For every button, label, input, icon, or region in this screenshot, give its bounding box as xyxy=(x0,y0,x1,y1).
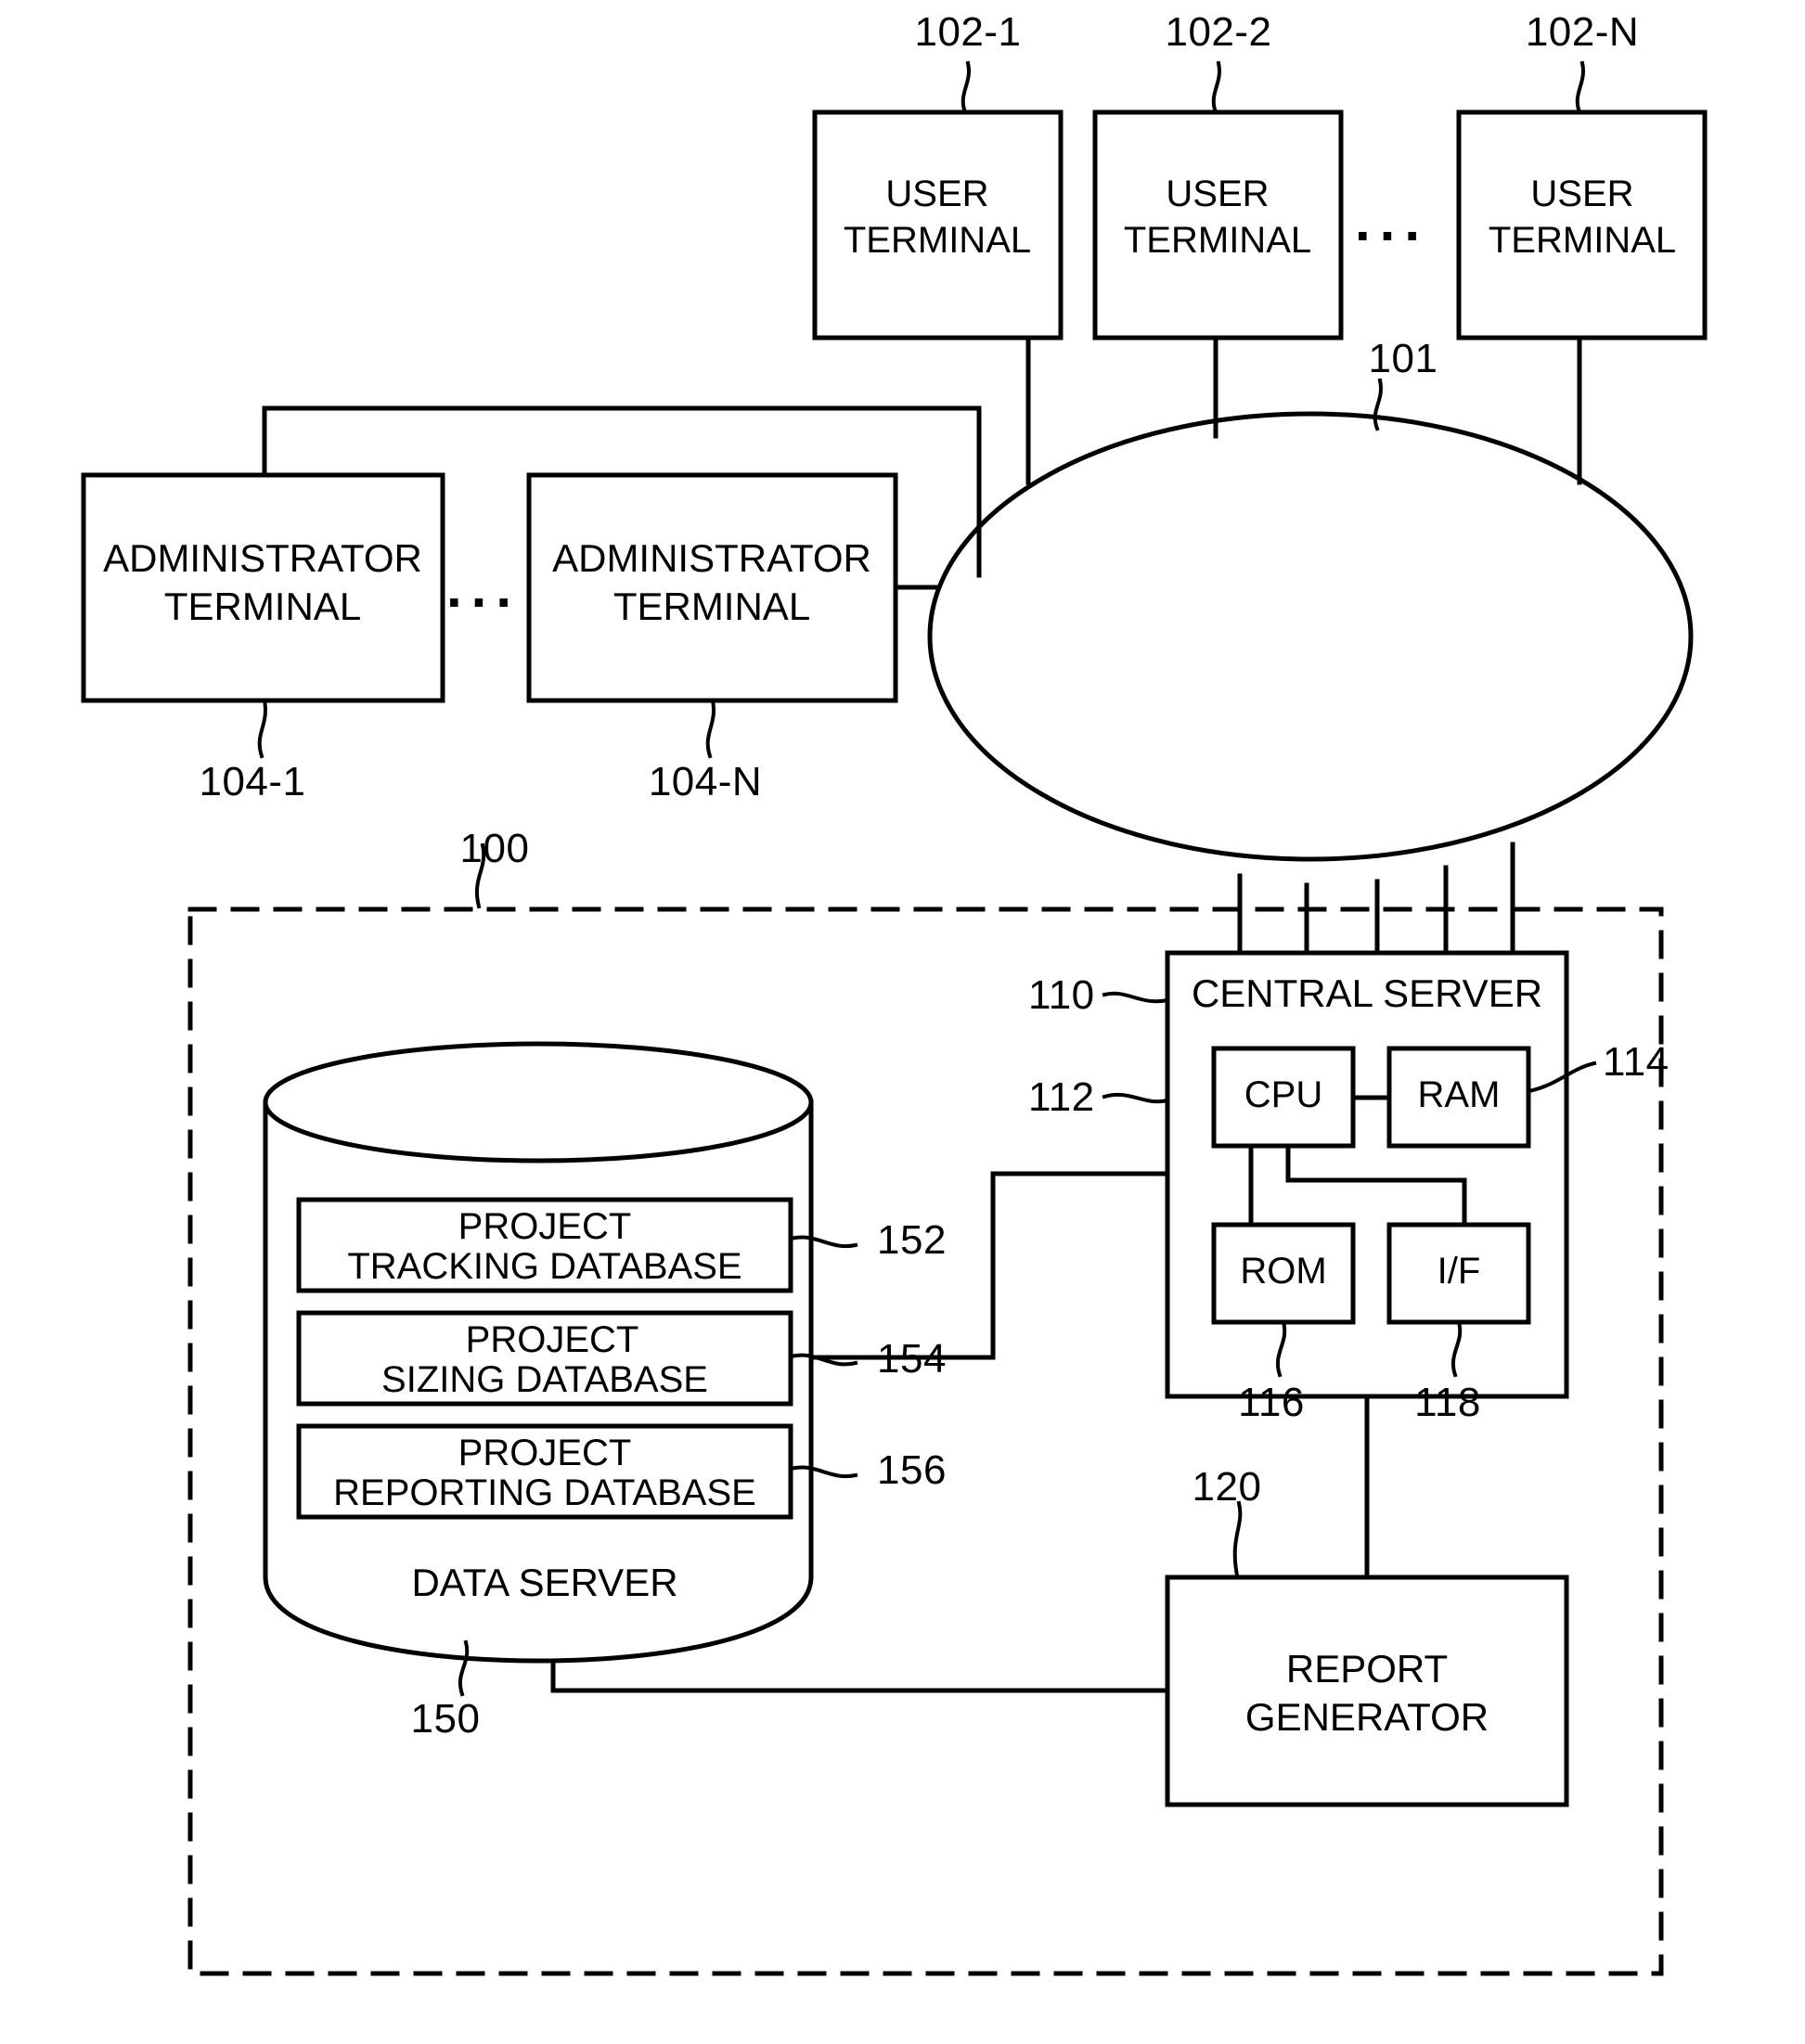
leader-150 xyxy=(458,1639,470,1697)
ref-100: 100 xyxy=(459,826,530,871)
leader-112 xyxy=(1102,1092,1170,1104)
leader-118 xyxy=(1450,1319,1463,1378)
leader-104-n xyxy=(705,698,716,759)
ref-156: 156 xyxy=(877,1447,947,1493)
ref-120: 120 xyxy=(1192,1464,1262,1510)
leader-152 xyxy=(788,1235,858,1249)
central-server-label: CENTRAL SERVER xyxy=(1191,971,1543,1015)
wire-cpu-if xyxy=(1285,1143,1467,1228)
report-generator-box xyxy=(1165,1575,1569,1807)
report-generator-label-line1: REPORT xyxy=(1285,1647,1449,1690)
admin-terminal-n-label-line2: TERMINAL xyxy=(612,585,811,628)
leader-104-1 xyxy=(257,698,267,759)
ref-104-1: 104-1 xyxy=(199,759,306,804)
ref-104-n: 104-N xyxy=(648,759,763,804)
leader-101 xyxy=(1373,378,1383,431)
user-terminal-n-label-line2: TERMINAL xyxy=(1488,220,1677,261)
ref-102-2: 102-2 xyxy=(1165,9,1272,55)
ref-114: 114 xyxy=(1603,1039,1670,1085)
ref-102-1: 102-1 xyxy=(914,9,1022,55)
user-terminal-ellipsis: ... xyxy=(1354,190,1430,252)
database-152-label-line1: PROJECT xyxy=(458,1206,632,1247)
ram-label: RAM xyxy=(1417,1074,1501,1115)
leader-116 xyxy=(1275,1319,1287,1378)
data-server-cylinder-top xyxy=(263,1041,814,1163)
leader-156 xyxy=(788,1465,858,1479)
user-terminal-1-label-line2: TERMINAL xyxy=(843,220,1032,261)
user-terminal-2-label-line1: USER xyxy=(1166,174,1270,214)
if-label: I/F xyxy=(1437,1251,1481,1292)
ref-152: 152 xyxy=(877,1217,947,1263)
link-dataserver-centralserver xyxy=(808,1171,1170,1360)
ref-118: 118 xyxy=(1414,1380,1481,1425)
database-154-label-line2: SIZING DATABASE xyxy=(381,1359,708,1400)
ref-110: 110 xyxy=(1028,972,1095,1018)
admin-terminal-ellipsis: ... xyxy=(445,557,522,619)
ref-154: 154 xyxy=(877,1336,947,1382)
leader-102-n xyxy=(1575,60,1585,115)
user-terminal-1-label-line1: USER xyxy=(885,174,989,214)
ref-116: 116 xyxy=(1238,1380,1305,1425)
admin-terminal-1-label-line1: ADMINISTRATOR xyxy=(103,536,422,580)
figure-canvas: 102-1 102-2 102-N USER TERMINAL USER TER… xyxy=(0,0,1805,2044)
report-generator-label-line2: GENERATOR xyxy=(1244,1695,1489,1739)
database-156-label-line2: REPORTING DATABASE xyxy=(333,1472,756,1513)
link-dataserver-reportgenerator xyxy=(550,1658,1170,1693)
ref-112: 112 xyxy=(1028,1074,1095,1120)
user-terminal-2-label-line2: TERMINAL xyxy=(1123,220,1312,261)
leader-114 xyxy=(1526,1061,1597,1094)
admin-terminal-1-label-line2: TERMINAL xyxy=(163,585,362,628)
database-152-label-line2: TRACKING DATABASE xyxy=(347,1246,742,1287)
ref-102-n: 102-N xyxy=(1525,9,1640,55)
admin-terminal-n-label-line1: ADMINISTRATOR xyxy=(552,536,871,580)
cpu-label: CPU xyxy=(1244,1074,1323,1115)
database-156-label-line1: PROJECT xyxy=(458,1433,632,1473)
central-server-box xyxy=(1165,950,1569,1399)
leader-102-1 xyxy=(961,60,971,115)
network-cloud xyxy=(927,411,1694,862)
data-server-label: DATA SERVER xyxy=(411,1561,678,1604)
rom-label: ROM xyxy=(1240,1251,1327,1292)
leader-102-2 xyxy=(1211,60,1221,115)
ref-101: 101 xyxy=(1368,336,1438,381)
leader-120 xyxy=(1232,1500,1243,1578)
user-terminal-n-label-line1: USER xyxy=(1530,174,1634,214)
leader-110 xyxy=(1102,991,1170,1004)
ref-150: 150 xyxy=(410,1696,481,1742)
database-154-label-line1: PROJECT xyxy=(465,1319,639,1360)
